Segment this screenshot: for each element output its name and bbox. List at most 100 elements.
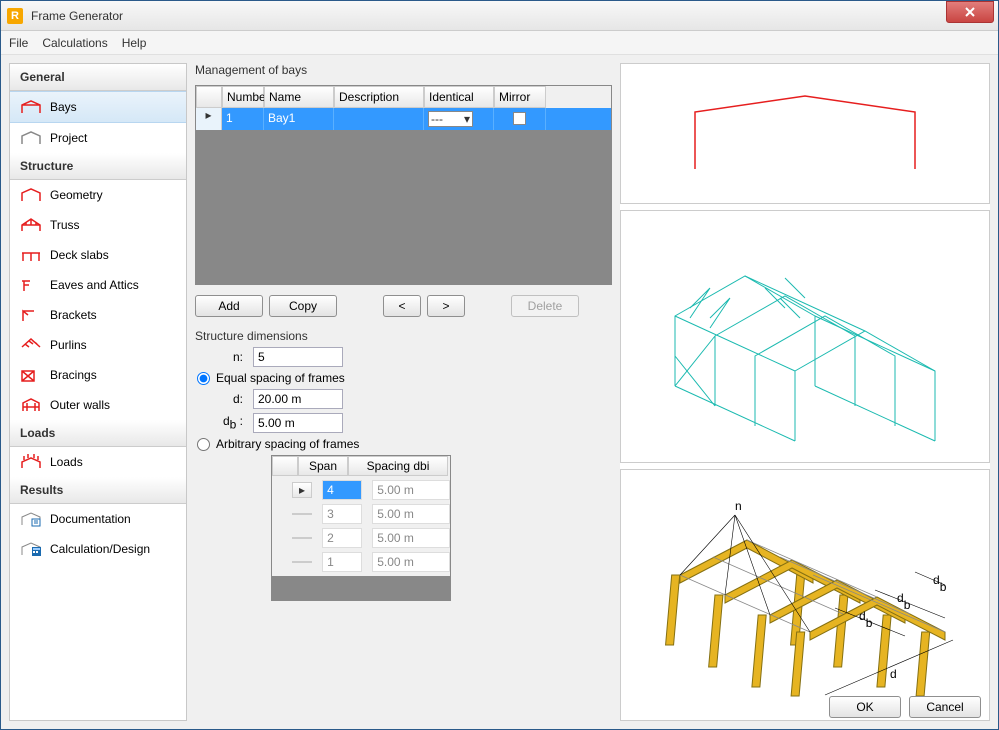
mirror-checkbox[interactable] [513, 112, 526, 125]
menu-calculations[interactable]: Calculations [42, 36, 107, 50]
purlins-icon [20, 336, 42, 354]
copy-button[interactable]: Copy [269, 295, 337, 317]
anno-n: n [735, 499, 742, 513]
section-loads: Loads [10, 420, 186, 447]
sidebar-item-bays[interactable]: Bays [10, 91, 186, 123]
dialog-window: R Frame Generator File Calculations Help… [0, 0, 999, 730]
sidebar-item-bracings[interactable]: Bracings [10, 360, 186, 390]
sidebar-item-label: Outer walls [50, 398, 110, 412]
chevron-down-icon: ▾ [464, 112, 470, 126]
d-input[interactable] [253, 389, 343, 409]
cell-name[interactable]: Bay1 [264, 108, 334, 130]
sidebar-item-truss[interactable]: Truss [10, 210, 186, 240]
bays-label: Management of bays [195, 63, 612, 77]
bracings-icon [20, 366, 42, 384]
col-spacing: Spacing dbi [348, 456, 448, 476]
col-span: Span [298, 456, 348, 476]
n-label: n: [215, 350, 243, 364]
close-icon [964, 7, 976, 17]
col-identical: Identical [424, 86, 494, 108]
menubar: File Calculations Help [1, 31, 998, 55]
outerwalls-icon [20, 396, 42, 414]
db-label: db : [215, 414, 243, 431]
prev-button[interactable]: < [383, 295, 421, 317]
ok-button[interactable]: OK [829, 696, 901, 718]
app-icon: R [7, 8, 23, 24]
cell-mirror[interactable] [494, 108, 546, 130]
sidebar-item-label: Geometry [50, 188, 103, 202]
bays-row-1[interactable]: ▸ 1 Bay1 ---▾ [196, 108, 611, 130]
bays-table[interactable]: Numbe Name Description Identical Mirror … [195, 85, 612, 285]
bays-header: Numbe Name Description Identical Mirror [196, 86, 611, 108]
window-title: Frame Generator [31, 9, 123, 23]
sidebar-item-label: Bays [50, 100, 77, 114]
col-name: Name [264, 86, 334, 108]
menu-file[interactable]: File [9, 36, 28, 50]
section-general: General [10, 64, 186, 91]
sidebar-item-label: Truss [50, 218, 80, 232]
deckslabs-icon [20, 246, 42, 264]
arbitrary-spacing-label: Arbitrary spacing of frames [216, 437, 359, 451]
add-button[interactable]: Add [195, 295, 263, 317]
project-icon [20, 129, 42, 147]
preview-2d-frame [620, 63, 990, 204]
cell-identical[interactable]: ---▾ [424, 108, 494, 130]
section-results: Results [10, 477, 186, 504]
span-row[interactable]: 15.00 m [292, 552, 450, 572]
sidebar-item-project[interactable]: Project [10, 123, 186, 153]
anno-db2: db [859, 609, 873, 630]
section-structure: Structure [10, 153, 186, 180]
sidebar-item-deckslabs[interactable]: Deck slabs [10, 240, 186, 270]
preview-3d-solid: n d db db db [620, 469, 990, 721]
brackets-icon [20, 306, 42, 324]
arbitrary-spacing-radio[interactable] [197, 438, 210, 451]
sidebar-item-geometry[interactable]: Geometry [10, 180, 186, 210]
sidebar-item-label: Purlins [50, 338, 87, 352]
next-button[interactable]: > [427, 295, 465, 317]
span-table[interactable]: Span Spacing dbi ▸45.00 m 35.00 m 25.00 m 1… [271, 455, 451, 601]
main-panel: Management of bays Numbe Name Descriptio… [195, 63, 612, 721]
sidebar-item-label: Deck slabs [50, 248, 109, 262]
col-mirror: Mirror [494, 86, 546, 108]
dims-label: Structure dimensions [195, 329, 612, 343]
delete-button[interactable]: Delete [511, 295, 579, 317]
sidebar-item-loads[interactable]: Loads [10, 447, 186, 477]
window-close-button[interactable] [946, 1, 994, 23]
bays-icon [20, 98, 42, 116]
anno-d: d [890, 667, 897, 681]
anno-db3: db [933, 573, 947, 594]
eaves-icon [20, 276, 42, 294]
n-input[interactable] [253, 347, 343, 367]
sidebar-item-label: Loads [50, 455, 83, 469]
db-input[interactable] [253, 413, 343, 433]
sidebar-item-label: Project [50, 131, 87, 145]
cancel-button[interactable]: Cancel [909, 696, 981, 718]
span-row[interactable]: ▸45.00 m [292, 480, 450, 500]
sidebar-item-documentation[interactable]: Documentation [10, 504, 186, 534]
sidebar-item-brackets[interactable]: Brackets [10, 300, 186, 330]
sidebar-item-purlins[interactable]: Purlins [10, 330, 186, 360]
loads-icon [20, 453, 42, 471]
equal-spacing-radio[interactable] [197, 372, 210, 385]
menu-help[interactable]: Help [122, 36, 147, 50]
cell-description[interactable] [334, 108, 424, 130]
cell-number[interactable]: 1 [222, 108, 264, 130]
calculation-icon [20, 540, 42, 558]
sidebar-item-label: Eaves and Attics [50, 278, 139, 292]
preview-3d-wire [620, 210, 990, 462]
titlebar[interactable]: R Frame Generator [1, 1, 998, 31]
span-row[interactable]: 35.00 m [292, 504, 450, 524]
sidebar-item-calculation[interactable]: Calculation/Design [10, 534, 186, 564]
sidebar-item-label: Documentation [50, 512, 131, 526]
sidebar-item-label: Brackets [50, 308, 97, 322]
identical-dropdown[interactable]: ---▾ [428, 111, 473, 127]
sidebar-item-outerwalls[interactable]: Outer walls [10, 390, 186, 420]
truss-icon [20, 216, 42, 234]
sidebar: General Bays Project Structure Geometry … [9, 63, 187, 721]
documentation-icon [20, 510, 42, 528]
col-description: Description [334, 86, 424, 108]
geometry-icon [20, 186, 42, 204]
sidebar-item-eaves[interactable]: Eaves and Attics [10, 270, 186, 300]
span-row[interactable]: 25.00 m [292, 528, 450, 548]
col-number: Numbe [222, 86, 264, 108]
